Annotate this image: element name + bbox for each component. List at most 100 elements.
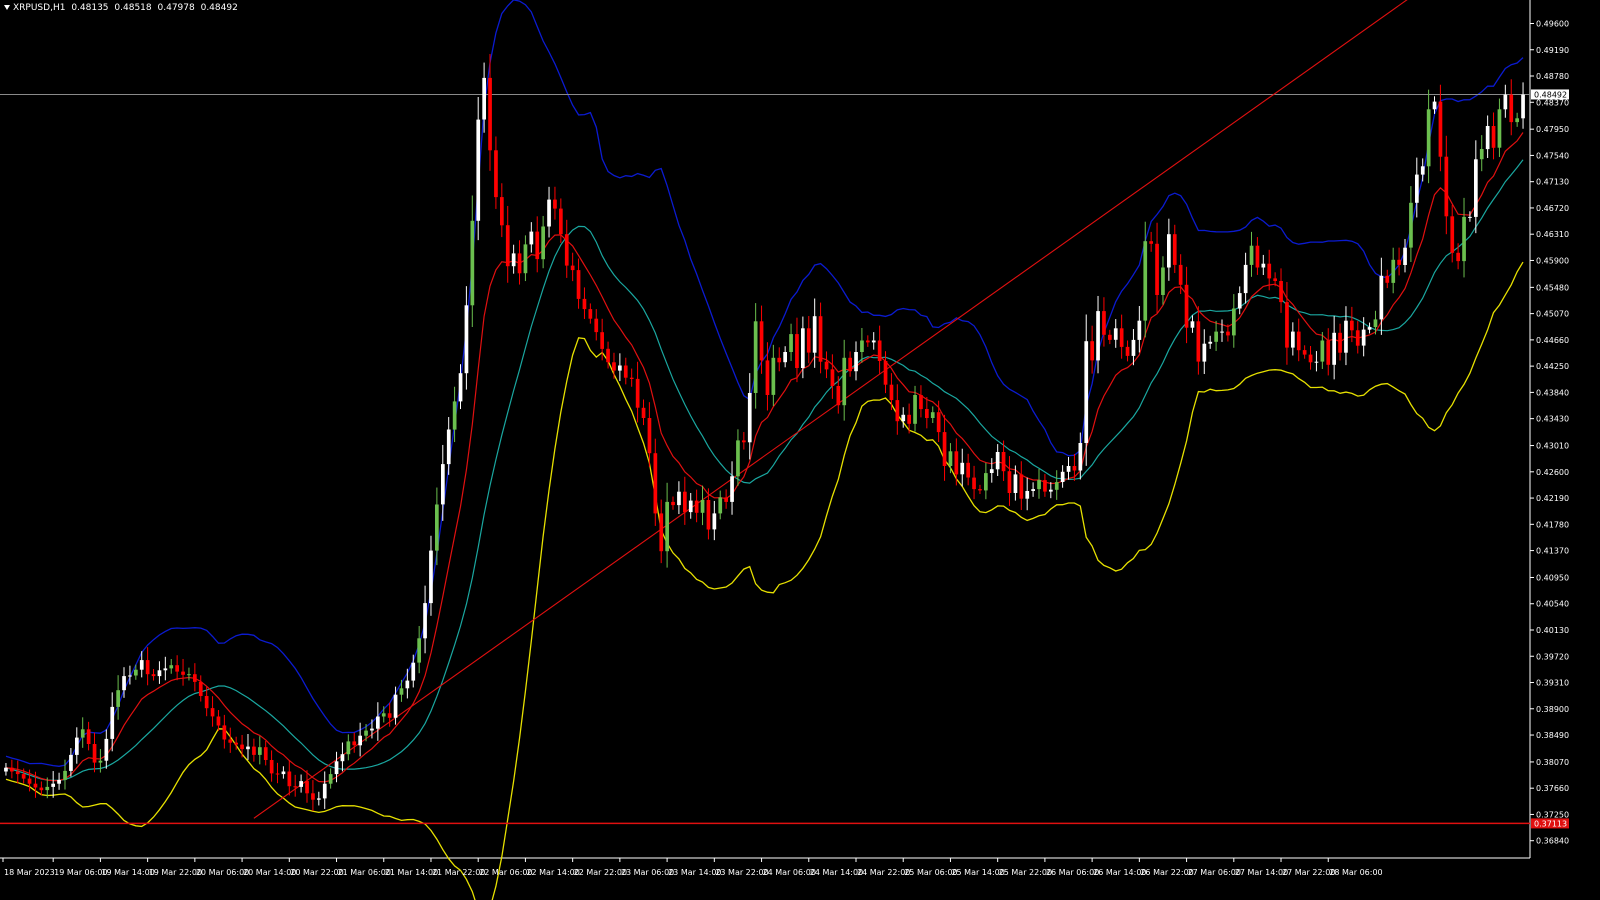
x-tick-label: 20 Mar 14:00: [243, 868, 296, 877]
bear-candle: [954, 451, 959, 475]
bear-candle: [765, 360, 770, 395]
bear-candle: [600, 332, 604, 349]
bear-candle: [671, 501, 675, 506]
high-value: 0.48518: [114, 3, 152, 13]
bull-candle: [1249, 245, 1254, 265]
bear-candle: [1302, 350, 1307, 355]
bull-candle: [1391, 259, 1396, 283]
bear-candle: [1255, 245, 1260, 268]
bull-candle: [1037, 480, 1041, 490]
y-tick-label: 0.36840: [1536, 837, 1569, 846]
bear-candle: [145, 660, 150, 675]
bear-candle: [228, 739, 233, 743]
bull-candle: [163, 668, 168, 671]
bear-candle: [151, 674, 156, 677]
bull-candle: [1462, 216, 1466, 262]
y-tick-label: 0.40130: [1536, 626, 1569, 635]
x-tick-label: 20 Mar 22:00: [290, 868, 343, 877]
bear-candle: [1184, 284, 1189, 328]
bear-candle: [1019, 474, 1024, 499]
bull-candle: [753, 321, 758, 393]
chart-header: XRPUSD,H1 0.48135 0.48518 0.47978 0.4849…: [4, 3, 241, 13]
bull-candle: [322, 783, 327, 799]
x-tick-label: 24 Mar 06:00: [763, 868, 816, 877]
x-tick-label: 24 Mar 22:00: [857, 868, 910, 877]
bull-candle: [57, 779, 61, 784]
bull-candle: [75, 737, 79, 755]
bear-candle: [966, 462, 970, 478]
bull-candle: [1367, 327, 1372, 330]
x-tick-label: 21 Mar 06:00: [338, 868, 391, 877]
y-tick-label: 0.38070: [1536, 758, 1569, 767]
bear-candle: [1491, 126, 1496, 148]
bull-candle: [69, 754, 73, 771]
bull-candle: [995, 452, 1000, 470]
bear-candle: [1043, 480, 1047, 492]
bull-candle: [51, 783, 55, 787]
bear-candle: [222, 725, 227, 740]
y-tick-label: 0.38900: [1536, 705, 1569, 714]
bear-candle: [1326, 340, 1331, 365]
bear-candle: [1102, 311, 1106, 335]
close-value: 0.48492: [200, 3, 238, 13]
open-value: 0.48135: [71, 3, 109, 13]
y-tick-label: 0.44660: [1536, 336, 1569, 345]
bull-candle: [547, 199, 551, 227]
bull-candle: [984, 473, 988, 491]
bull-candle: [871, 340, 876, 343]
bull-candle: [1137, 320, 1142, 340]
bear-candle: [1172, 234, 1177, 265]
bull-candle: [712, 513, 717, 530]
bull-candle: [399, 688, 404, 695]
bull-candle: [317, 798, 321, 800]
bear-candle: [1108, 334, 1112, 340]
bear-candle: [623, 365, 628, 378]
bull-candle: [1497, 109, 1502, 148]
bull-candle: [529, 231, 534, 245]
triangle-down-icon[interactable]: [4, 5, 10, 10]
trendline: [253, 0, 1408, 819]
y-tick-label: 0.39720: [1536, 652, 1569, 661]
bear-candle: [942, 432, 947, 466]
y-tick-label: 0.47130: [1536, 178, 1569, 187]
bear-candle: [653, 453, 658, 514]
low-value: 0.47978: [157, 3, 195, 13]
bull-candle: [1214, 331, 1218, 342]
bull-candle: [688, 500, 693, 513]
bull-candle: [464, 305, 469, 374]
x-tick-label: 25 Mar 22:00: [999, 868, 1052, 877]
x-tick-label: 23 Mar 22:00: [715, 868, 768, 877]
bear-candle: [216, 716, 221, 726]
bull-candle: [80, 729, 85, 738]
bull-candle: [364, 730, 368, 736]
bear-candle: [806, 328, 811, 353]
bear-candle: [488, 77, 492, 151]
bull-candle: [677, 491, 681, 506]
bull-candle: [128, 675, 132, 677]
y-tick-label: 0.46720: [1536, 204, 1569, 213]
y-tick-label: 0.47540: [1536, 151, 1569, 160]
bear-candle: [1267, 263, 1272, 279]
y-tick-label: 0.45900: [1536, 256, 1569, 265]
x-tick-label: 21 Mar 22:00: [432, 868, 485, 877]
price-chart[interactable]: 0.49600 0.49190 0.48780 0.48370 0.47950 0.475…: [0, 0, 1600, 900]
bear-candle: [193, 674, 197, 682]
bull-candle: [860, 340, 864, 352]
bull-candle: [1078, 443, 1083, 471]
fast-ma-line: [5, 132, 1524, 783]
bull-candle: [1332, 332, 1336, 365]
bull-candle: [1096, 311, 1100, 361]
bull-candle: [258, 747, 262, 755]
x-tick-label: 25 Mar 06:00: [904, 868, 957, 877]
bull-candle: [452, 401, 457, 430]
bear-candle: [612, 362, 616, 371]
bear-candle: [972, 477, 976, 490]
y-tick-label: 0.44250: [1536, 362, 1569, 371]
bull-candle: [393, 694, 398, 718]
bear-candle: [517, 253, 522, 274]
bear-candle: [293, 786, 298, 788]
bear-candle: [683, 491, 687, 513]
bull-candle: [930, 412, 935, 418]
y-tick-label: 0.43840: [1536, 388, 1569, 397]
bear-candle: [824, 361, 829, 370]
